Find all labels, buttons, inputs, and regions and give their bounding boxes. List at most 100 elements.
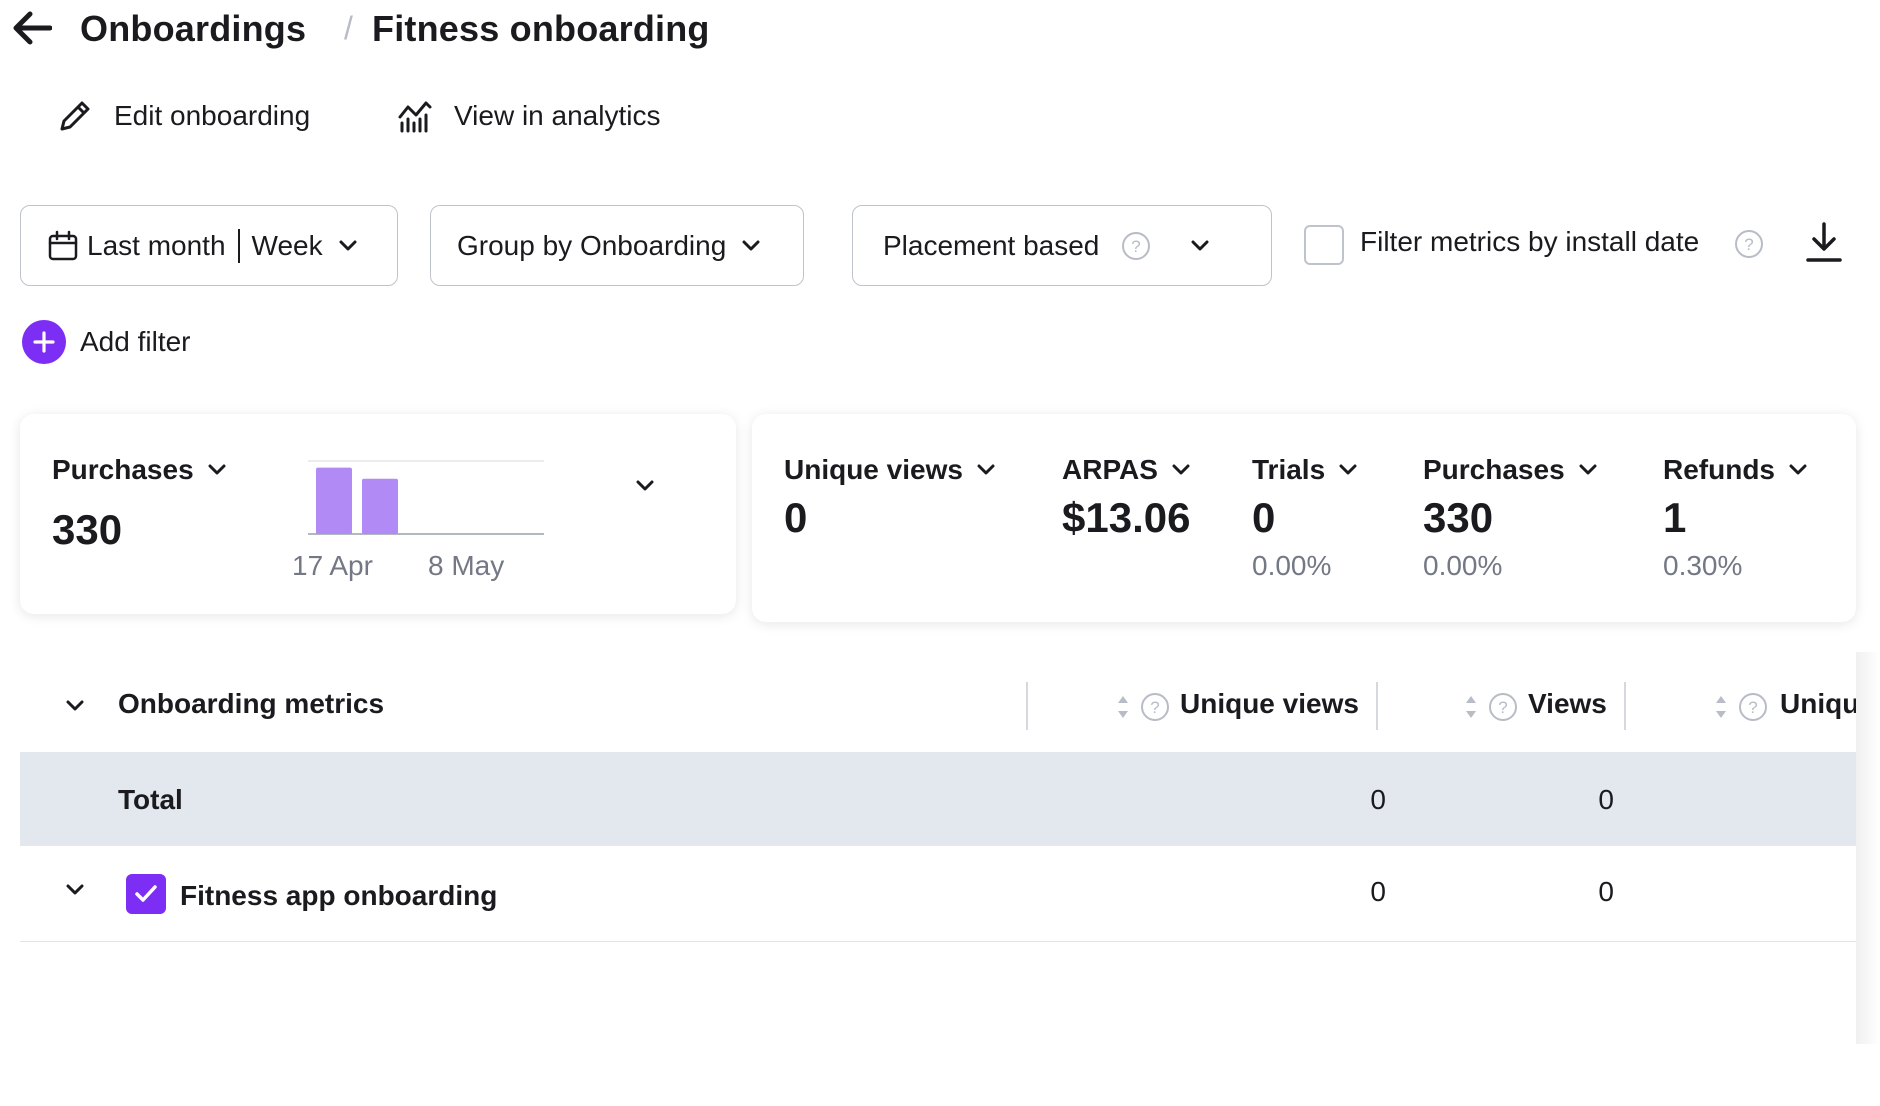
checkmark-icon: [135, 885, 157, 902]
table-row[interactable]: Fitness app onboarding 0 0: [20, 846, 1856, 942]
sort-icon[interactable]: [1464, 692, 1478, 722]
row-views-value: 0: [1598, 876, 1614, 907]
collapse-chevron-icon[interactable]: [66, 700, 84, 712]
chart-tick-label-1: 8 May: [428, 550, 505, 581]
chart-bar-1: [362, 478, 398, 534]
table-header: Onboarding metrics ? Unique views ? View…: [20, 660, 1856, 752]
add-filter-button[interactable]: Add filter: [22, 320, 191, 364]
edit-onboarding-label: Edit onboarding: [114, 100, 311, 131]
analytics-chart-icon: [398, 101, 432, 133]
metric-unique-views: Unique views 0: [784, 454, 995, 542]
column-header-unique-views[interactable]: Unique views: [1180, 688, 1359, 720]
purchases-metric-select[interactable]: Purchases: [52, 454, 226, 486]
row-label: Fitness app onboarding: [180, 880, 498, 911]
metric-trials-select[interactable]: Trials: [1252, 454, 1357, 486]
horizontal-scroll-shadow: [1856, 652, 1880, 1044]
placement-value: Placement based: [883, 229, 1100, 261]
total-unique-views-value: 0: [1370, 784, 1386, 815]
help-icon[interactable]: ?: [1734, 229, 1764, 259]
total-label: Total: [118, 784, 183, 815]
purchases-summary-card: Purchases 330 17 Apr 8 May: [20, 414, 736, 614]
row-checkbox[interactable]: [126, 874, 166, 914]
chevron-down-icon: [1579, 464, 1597, 475]
metric-purchases: Purchases 330 0.00%: [1423, 454, 1597, 582]
pencil-icon: [60, 101, 90, 131]
metric-value: 330: [1423, 494, 1494, 541]
help-icon[interactable]: ?: [1121, 231, 1151, 261]
page-title: Fitness onboarding: [372, 8, 710, 49]
metric-value: 0: [1252, 494, 1276, 541]
metric-arpas-select[interactable]: ARPAS: [1062, 454, 1190, 486]
metric-percentage: 0.30%: [1663, 550, 1743, 581]
purchases-metric-label: Purchases: [52, 454, 194, 485]
help-icon[interactable]: ?: [1140, 692, 1170, 722]
column-divider: [1376, 682, 1378, 730]
metric-value: 1: [1663, 494, 1687, 541]
view-in-analytics-button[interactable]: View in analytics: [396, 96, 660, 136]
install-date-label[interactable]: Filter metrics by install date: [1360, 226, 1699, 258]
metric-refunds-select[interactable]: Refunds: [1663, 454, 1807, 486]
arrow-left-icon[interactable]: [12, 10, 52, 46]
chevron-down-icon: [977, 464, 995, 475]
table-row-total: Total 0 0: [20, 752, 1856, 846]
column-divider: [1026, 682, 1028, 730]
group-by-value: Group by Onboarding: [457, 229, 727, 261]
svg-text:?: ?: [1150, 698, 1159, 717]
placement-select[interactable]: Placement based ?: [852, 205, 1272, 286]
svg-text:?: ?: [1498, 698, 1507, 717]
chevron-down-icon: [208, 464, 226, 475]
metric-percentage: 0.00%: [1252, 550, 1332, 581]
chart-tick-label-0: 17 Apr: [292, 550, 373, 581]
date-range-value: Last month: [87, 229, 226, 261]
chart-bar-0: [316, 467, 352, 534]
svg-text:?: ?: [1748, 698, 1757, 717]
chevron-down-icon: [1789, 464, 1807, 475]
metric-refunds: Refunds 1 0.30%: [1663, 454, 1807, 582]
sort-icon[interactable]: [1714, 692, 1728, 722]
chevron-down-icon: [1191, 240, 1209, 250]
section-title: Onboarding metrics: [118, 688, 385, 719]
svg-text:?: ?: [1132, 237, 1141, 256]
purchases-metric-value: 330: [52, 506, 123, 553]
install-date-checkbox[interactable]: [1304, 225, 1344, 265]
metric-unique-views-select[interactable]: Unique views: [784, 454, 995, 486]
column-divider: [1624, 682, 1626, 730]
metric-arpas: ARPAS $13.06: [1062, 454, 1190, 542]
metric-purchases-select[interactable]: Purchases: [1423, 454, 1597, 486]
column-header-unique-truncated[interactable]: Uniqu: [1780, 688, 1856, 720]
edit-onboarding-button[interactable]: Edit onboarding: [56, 96, 310, 136]
metric-label: ARPAS: [1062, 454, 1158, 485]
download-icon[interactable]: [1806, 222, 1842, 264]
help-icon[interactable]: ?: [1488, 692, 1518, 722]
expand-row-chevron-icon[interactable]: [66, 884, 84, 896]
date-range-divider: [237, 228, 240, 263]
metric-label: Trials: [1252, 454, 1326, 485]
metric-trials: Trials 0 0.00%: [1252, 454, 1357, 582]
total-views-value: 0: [1598, 784, 1614, 815]
expand-chevron-icon[interactable]: [636, 480, 654, 492]
metric-label: Unique views: [784, 454, 963, 485]
metric-value: 0: [784, 494, 808, 541]
date-granularity-value: Week: [251, 229, 323, 261]
breadcrumb-onboardings[interactable]: Onboardings: [80, 8, 306, 50]
sort-icon[interactable]: [1116, 692, 1130, 722]
calendar-icon: [48, 230, 78, 260]
group-by-select[interactable]: Group by Onboarding: [430, 205, 804, 286]
chevron-down-icon: [742, 240, 760, 250]
metric-value: $13.06: [1062, 494, 1191, 541]
metric-label: Purchases: [1423, 454, 1565, 485]
add-filter-label: Add filter: [80, 326, 191, 357]
date-range-select[interactable]: Last month Week: [20, 205, 398, 286]
plus-icon: [22, 320, 66, 364]
svg-text:?: ?: [1744, 235, 1753, 254]
chevron-down-icon: [339, 240, 357, 250]
metric-percentage: 0.00%: [1423, 550, 1503, 581]
help-icon[interactable]: ?: [1738, 692, 1768, 722]
metric-label: Refunds: [1663, 454, 1775, 485]
chevron-down-icon: [1172, 464, 1190, 475]
purchases-mini-chart: [308, 460, 544, 535]
column-header-views[interactable]: Views: [1528, 688, 1607, 720]
chevron-down-icon: [1339, 464, 1357, 475]
view-in-analytics-label: View in analytics: [454, 100, 661, 131]
row-unique-views-value: 0: [1370, 876, 1386, 907]
